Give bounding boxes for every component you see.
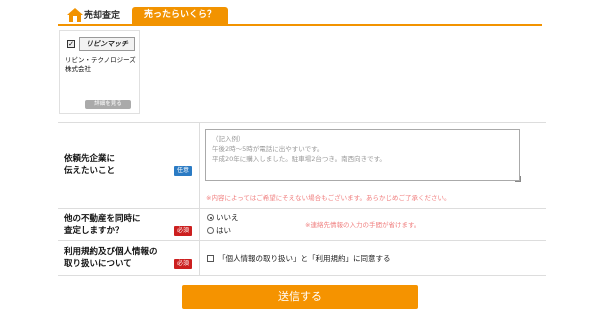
required-badge: 必須 xyxy=(174,259,192,269)
label-terms-line2: 取り扱いについて xyxy=(64,259,132,269)
label-other-line1: 他の不動産を同時に xyxy=(64,214,141,224)
checkbox-icon xyxy=(207,255,214,262)
form-row-message: 依頼先企業に 伝えたいこと 任意 （記入例） 午後2時～5時が電話に出やすいです… xyxy=(58,123,546,209)
label-terms-line1: 利用規約及び個人情報の xyxy=(64,247,158,257)
tab-estimate[interactable]: 売ったらいくら？ xyxy=(132,7,229,24)
form-label-cell: 他の不動産を同時に 査定しますか？ 必須 xyxy=(58,209,200,240)
detail-button[interactable]: 詳細を見る xyxy=(85,100,131,109)
label-message-line2: 伝えたいこと xyxy=(64,166,116,176)
company-name: リビン・テクノロジーズ株式会社 xyxy=(65,56,136,73)
radio-yes[interactable]: はい xyxy=(207,225,231,236)
radio-no-label: いいえ xyxy=(216,213,239,222)
submit-button[interactable]: 送信する xyxy=(182,285,418,309)
form-row-other-property: 他の不動産を同時に 査定しますか？ 必須 いいえ はい ※連絡先情報の入力の手間… xyxy=(58,209,546,241)
section-header: 売却査定 売ったらいくら？ xyxy=(58,6,542,26)
message-note: ※内容によってはご希望にそえない場合もございます。あらかじめご了承ください。 xyxy=(206,194,451,202)
home-icon xyxy=(67,8,83,22)
radio-yes-label: はい xyxy=(216,226,231,235)
form-row-terms: 利用規約及び個人情報の 取り扱いについて 必須 「個人情報の取り扱い」と「利用規… xyxy=(58,241,546,276)
label-message-line1: 依頼先企業に xyxy=(64,154,116,164)
company-checkbox[interactable]: ✓ xyxy=(67,40,75,48)
inquiry-form: 依頼先企業に 伝えたいこと 任意 （記入例） 午後2時～5時が電話に出やすいです… xyxy=(58,122,546,276)
message-textarea[interactable]: （記入例） 午後2時～5時が電話に出やすいです。 平成20年に購入しました。駐車… xyxy=(205,129,520,181)
company-logo: リビンマッチ xyxy=(79,37,135,51)
radio-unselected-icon xyxy=(207,227,214,234)
resize-handle-icon[interactable] xyxy=(515,176,521,182)
form-label-cell: 利用規約及び個人情報の 取り扱いについて 必須 xyxy=(58,241,200,275)
radio-no[interactable]: いいえ xyxy=(207,212,239,223)
other-property-note: ※連絡先情報の入力の手間が省けます。 xyxy=(305,221,421,229)
company-card[interactable]: ✓ リビンマッチ リビン・テクノロジーズ株式会社 詳細を見る xyxy=(59,30,140,114)
section-title: 売却査定 xyxy=(84,11,121,21)
required-badge: 必須 xyxy=(174,226,192,236)
terms-agree-label: 「個人情報の取り扱い」と「利用規約」に同意する xyxy=(218,254,391,263)
radio-selected-icon xyxy=(207,214,214,221)
optional-badge: 任意 xyxy=(174,166,192,176)
label-other-line2: 査定しますか？ xyxy=(64,226,124,236)
form-label-cell: 依頼先企業に 伝えたいこと 任意 xyxy=(58,123,200,208)
terms-agree-checkbox[interactable]: 「個人情報の取り扱い」と「利用規約」に同意する xyxy=(207,253,391,264)
